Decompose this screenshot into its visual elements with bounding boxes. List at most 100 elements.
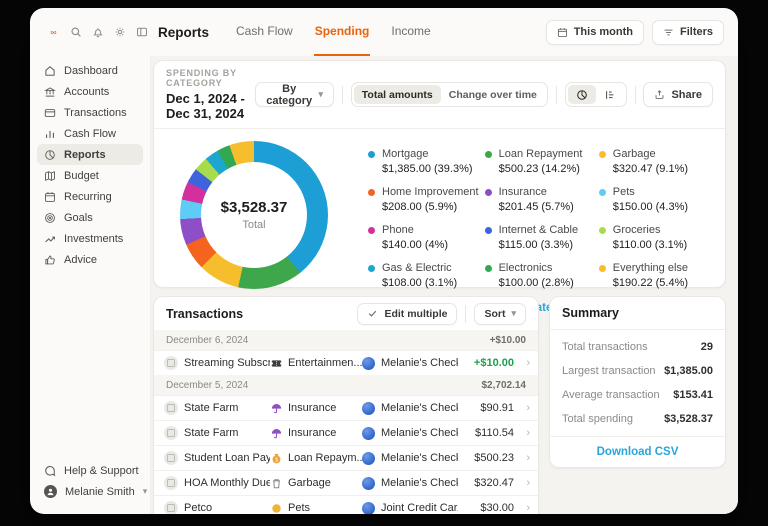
category-cell: Insurance [270, 402, 362, 414]
legend-category-name: Electronics [498, 262, 553, 274]
view-mode-change-over-time[interactable]: Change over time [441, 85, 545, 104]
transaction-row[interactable]: HOA Monthly Dues Garbage Melanie's Check..… [154, 470, 538, 495]
share-button[interactable]: Share [643, 82, 714, 107]
chevron-down-icon: ▾ [142, 486, 148, 496]
tab-income[interactable]: Income [390, 8, 431, 56]
settings-gear-icon[interactable] [111, 24, 128, 41]
legend-item-groceries[interactable]: Groceries $110.00 (3.1%) [598, 224, 707, 251]
help-support-item[interactable]: Help & Support [37, 460, 143, 481]
pie-chart-toggle-icon[interactable] [567, 85, 596, 104]
transaction-row[interactable]: State Farm Insurance Melanie's Check... $90… [154, 395, 538, 420]
transactions-header: Transactions Edit multiple Sort ▾ [154, 297, 538, 330]
legend-amount: $150.00 (4.3%) [612, 201, 689, 213]
legend-item-insurance[interactable]: Insurance $201.45 (5.7%) [484, 186, 593, 213]
date-label: December 5, 2024 [166, 379, 249, 391]
insurance-icon [270, 427, 282, 439]
search-icon[interactable] [67, 24, 84, 41]
transaction-row[interactable]: Student Loan Pay... $ Loan Repaym... Melani… [154, 445, 538, 470]
legend-amount: $208.00 (5.9%) [382, 201, 458, 213]
legend-color-dot [484, 264, 492, 272]
legend-category-name: Insurance [498, 186, 547, 198]
monarch-logo-icon[interactable] [50, 23, 57, 41]
merchant-cell: State Farm [164, 426, 270, 440]
investments-icon [44, 233, 56, 245]
group-by-label: By category [266, 82, 313, 107]
legend-color-dot [368, 264, 375, 272]
transaction-amount: $110.54 [475, 427, 514, 439]
legend-item-garbage[interactable]: Garbage $320.47 (9.1%) [598, 148, 707, 175]
this-month-button[interactable]: This month [545, 19, 644, 45]
edit-multiple-button[interactable]: Edit multiple [357, 302, 458, 325]
sidebar-item-recurring[interactable]: Recurring [37, 186, 143, 207]
filters-label: Filters [679, 26, 713, 38]
legend-item-gas-electric[interactable]: Gas & Electric $108.00 (3.1%) [368, 262, 479, 289]
transaction-row[interactable]: Streaming Subscr... Entertainmen... Melani… [154, 350, 538, 375]
tab-spending[interactable]: Spending [313, 8, 371, 56]
view-mode-total-amounts[interactable]: Total amounts [353, 85, 441, 104]
notifications-bell-icon[interactable] [89, 24, 106, 41]
chart-legend: Mortgage $1,385.00 (39.3%) Loan Repayment $… [368, 148, 707, 289]
merchant-name: State Farm [184, 427, 239, 439]
garbage-icon [270, 477, 282, 489]
loan-icon: $ [270, 452, 282, 464]
sidebar-item-transactions[interactable]: Transactions [37, 102, 143, 123]
legend-item-mortgage[interactable]: Mortgage $1,385.00 (39.3%) [368, 148, 479, 175]
sidebar-item-advice[interactable]: Advice [37, 249, 143, 270]
transaction-row[interactable]: State Farm Insurance Melanie's Check... $11… [154, 420, 538, 445]
transactions-title: Transactions [166, 306, 244, 321]
sidebar-item-goals[interactable]: Goals [37, 207, 143, 228]
account-cell: Melanie's Check... [362, 451, 458, 465]
sidebar-item-investments[interactable]: Investments [37, 228, 143, 249]
chevron-right-icon: › [526, 477, 530, 489]
divider [465, 304, 467, 323]
sidebar-item-dashboard[interactable]: Dashboard [37, 60, 143, 81]
account-name: Melanie's Check... [381, 402, 458, 414]
download-csv-link[interactable]: Download CSV [550, 436, 725, 467]
legend-category-name: Internet & Cable [498, 224, 579, 236]
summary-row-value: $3,528.37 [664, 413, 713, 425]
legend-item-loan-repayment[interactable]: Loan Repayment $500.23 (14.2%) [484, 148, 593, 175]
merchant-logo-icon [164, 476, 178, 490]
summary-row: Total transactions 29 [562, 335, 713, 359]
account-name: Joint Credit Car... [381, 502, 458, 514]
sidebar-toggle-icon[interactable] [133, 24, 150, 41]
sidebar-item-label: Transactions [64, 106, 127, 119]
donut-chart[interactable]: $3,528.37 Total [180, 141, 328, 289]
user-menu[interactable]: Melanie Smith ▾ [37, 481, 147, 502]
legend-area: Mortgage $1,385.00 (39.3%) Loan Repayment $… [328, 139, 707, 314]
category-cell: Entertainmen... [270, 357, 362, 369]
home-icon [44, 65, 56, 77]
sidebar-item-label: Investments [64, 232, 124, 245]
legend-item-phone[interactable]: Phone $140.00 (4%) [368, 224, 479, 251]
share-label: Share [671, 88, 703, 101]
sidebar-item-accounts[interactable]: Accounts [37, 81, 143, 102]
sidebar-item-label: Goals [64, 211, 93, 224]
transaction-row[interactable]: Petco Pets Joint Credit Car... $30.00 › [154, 495, 538, 514]
filters-button[interactable]: Filters [651, 19, 724, 45]
pets-icon [270, 502, 282, 514]
legend-item-internet-cable[interactable]: Internet & Cable $115.00 (3.3%) [484, 224, 593, 251]
merchant-name: State Farm [184, 402, 239, 414]
sidebar-item-budget[interactable]: Budget [37, 165, 143, 186]
legend-item-everything-else[interactable]: Everything else $190.22 (5.4%) [598, 262, 707, 289]
merchant-name: Petco [184, 502, 213, 514]
sidebar-item-cash-flow[interactable]: Cash Flow [37, 123, 143, 144]
summary-row-label: Total transactions [562, 341, 648, 353]
legend-item-home-improvement[interactable]: Home Improvement $208.00 (5.9%) [368, 186, 479, 213]
tab-cash-flow[interactable]: Cash Flow [235, 8, 294, 56]
legend-category-name: Loan Repayment [498, 148, 583, 160]
sidebar-item-reports[interactable]: Reports [37, 144, 143, 165]
bar-chart-toggle-icon[interactable] [596, 85, 624, 104]
legend-category-name: Mortgage [382, 148, 429, 160]
legend-color-dot [598, 226, 606, 234]
legend-name-row: Garbage [598, 148, 707, 160]
category-name: Insurance [288, 427, 337, 439]
legend-item-pets[interactable]: Pets $150.00 (4.3%) [598, 186, 707, 213]
summary-row: Total spending $3,528.37 [562, 407, 713, 431]
group-by-dropdown[interactable]: By category ▾ [254, 82, 334, 107]
legend-color-dot [598, 188, 606, 196]
sort-button[interactable]: Sort ▾ [474, 302, 526, 325]
legend-name-row: Pets [598, 186, 707, 198]
legend-item-electronics[interactable]: Electronics $100.00 (2.8%) [484, 262, 593, 289]
legend-category-name: Gas & Electric [382, 262, 452, 274]
